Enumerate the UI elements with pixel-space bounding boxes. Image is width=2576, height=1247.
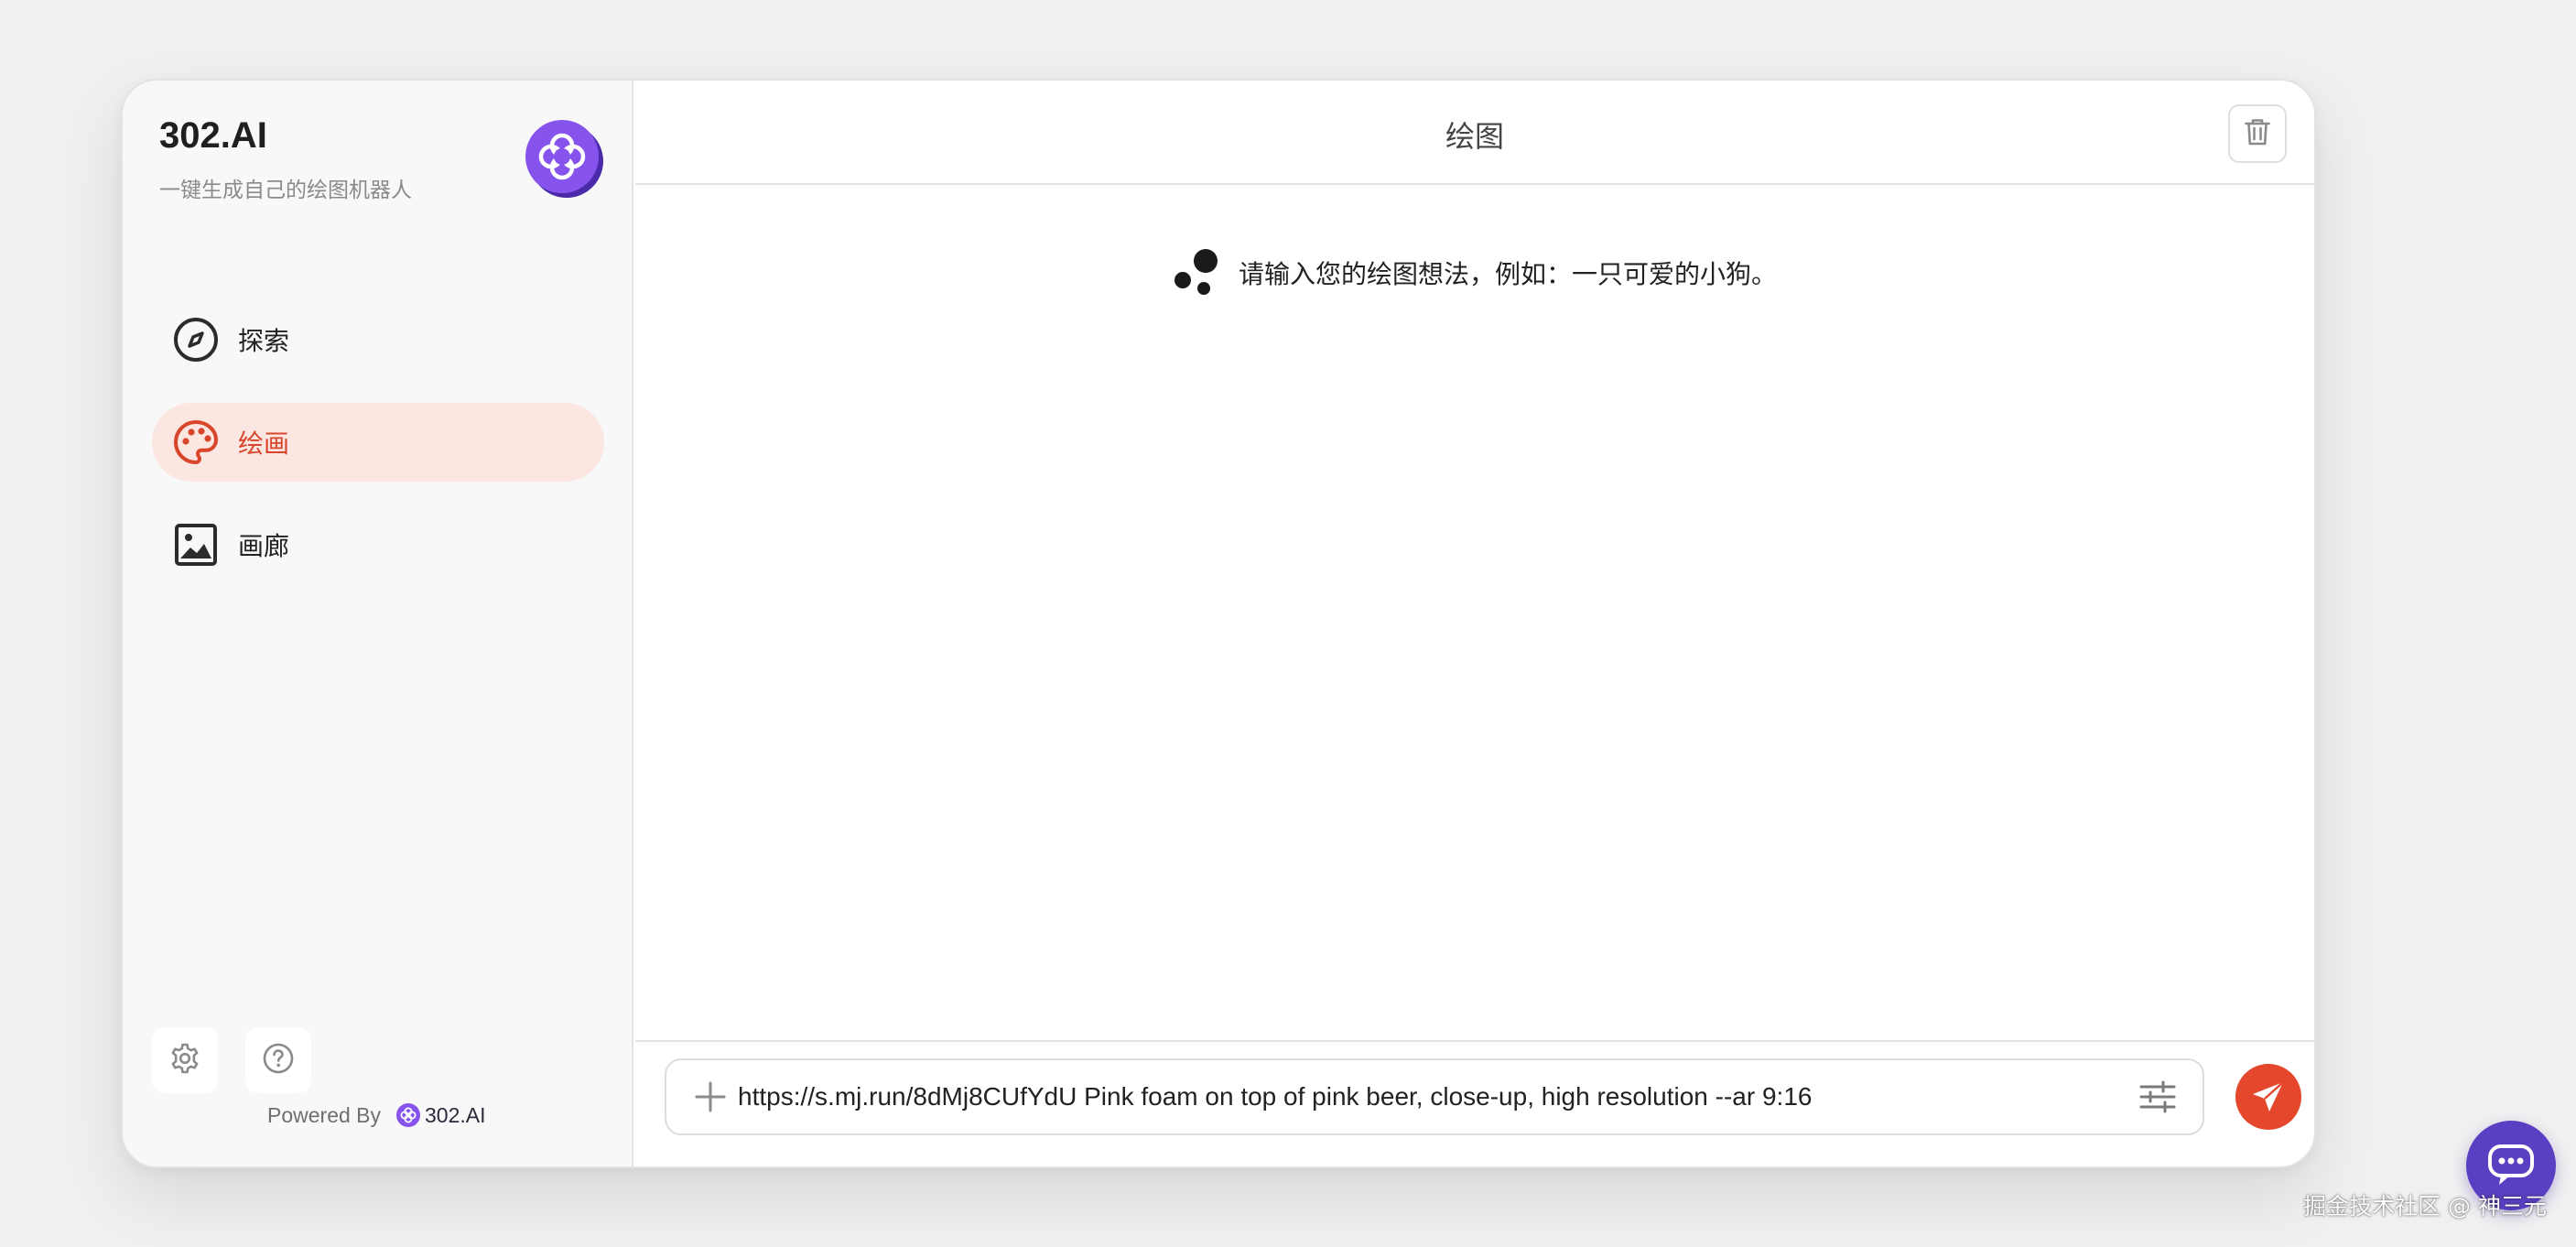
palette-icon <box>172 418 220 466</box>
brand-subtitle: 一键生成自己的绘图机器人 <box>159 179 412 202</box>
main-panel: 绘图 请输入您的绘图想法，例如：一只可爱的小狗。 https://s.mj.ru… <box>635 81 2314 1166</box>
help-button[interactable] <box>245 1027 311 1093</box>
sidebar-item-label: 画廊 <box>238 531 290 561</box>
sidebar-item-explore[interactable]: 探索 <box>152 300 604 379</box>
image-icon <box>172 521 220 569</box>
powered-by-brand-link[interactable]: 302.AI <box>395 1102 486 1128</box>
page-title: 绘图 <box>1445 119 1504 154</box>
watermark: 掘金技术社区 @ 神三元 <box>2303 1193 2547 1220</box>
powered-by: Powered By 302.AI <box>267 1102 486 1128</box>
brand-logo-icon <box>524 117 604 198</box>
powered-by-label: Powered By <box>267 1102 382 1127</box>
send-icon <box>2253 1081 2284 1111</box>
sidebar: 302.AI 一键生成自己的绘图机器人 探索 绘画 画廊 Powered By … <box>123 81 633 1166</box>
sidebar-item-gallery[interactable]: 画廊 <box>152 505 604 584</box>
sliders-icon <box>2139 1080 2176 1113</box>
add-attachment-button[interactable] <box>692 1079 729 1115</box>
composer: https://s.mj.run/8dMj8CUfYdU Pink foam o… <box>635 1040 2314 1166</box>
send-button[interactable] <box>2235 1064 2301 1130</box>
main-header: 绘图 <box>635 81 2314 185</box>
trash-icon <box>2244 117 2271 150</box>
sidebar-item-label: 探索 <box>238 326 290 356</box>
powered-by-brand: 302.AI <box>425 1102 486 1127</box>
sidebar-item-painting[interactable]: 绘画 <box>152 403 604 482</box>
prompt-input-value[interactable]: https://s.mj.run/8dMj8CUfYdU Pink foam o… <box>738 1082 2137 1111</box>
compass-icon <box>172 316 220 363</box>
sidebar-item-label: 绘画 <box>238 428 290 459</box>
clear-button[interactable] <box>2228 104 2287 163</box>
brand-title: 302.AI <box>159 115 267 156</box>
question-icon <box>262 1042 295 1079</box>
settings-button[interactable] <box>152 1027 218 1093</box>
parameters-button[interactable] <box>2137 1076 2179 1118</box>
gear-icon <box>168 1042 201 1079</box>
app-window: 302.AI 一键生成自己的绘图机器人 探索 绘画 画廊 Powered By … <box>121 79 2316 1168</box>
bot-avatar-icon <box>1174 249 1218 295</box>
prompt-input[interactable]: https://s.mj.run/8dMj8CUfYdU Pink foam o… <box>665 1058 2204 1135</box>
plus-icon <box>695 1081 726 1112</box>
chat-icon <box>2488 1144 2534 1185</box>
empty-state-hint: 请输入您的绘图想法，例如：一只可爱的小狗。 <box>635 247 2314 298</box>
hint-text: 请输入您的绘图想法，例如：一只可爱的小狗。 <box>1238 259 1777 289</box>
brand-mini-logo-icon <box>396 1103 421 1127</box>
